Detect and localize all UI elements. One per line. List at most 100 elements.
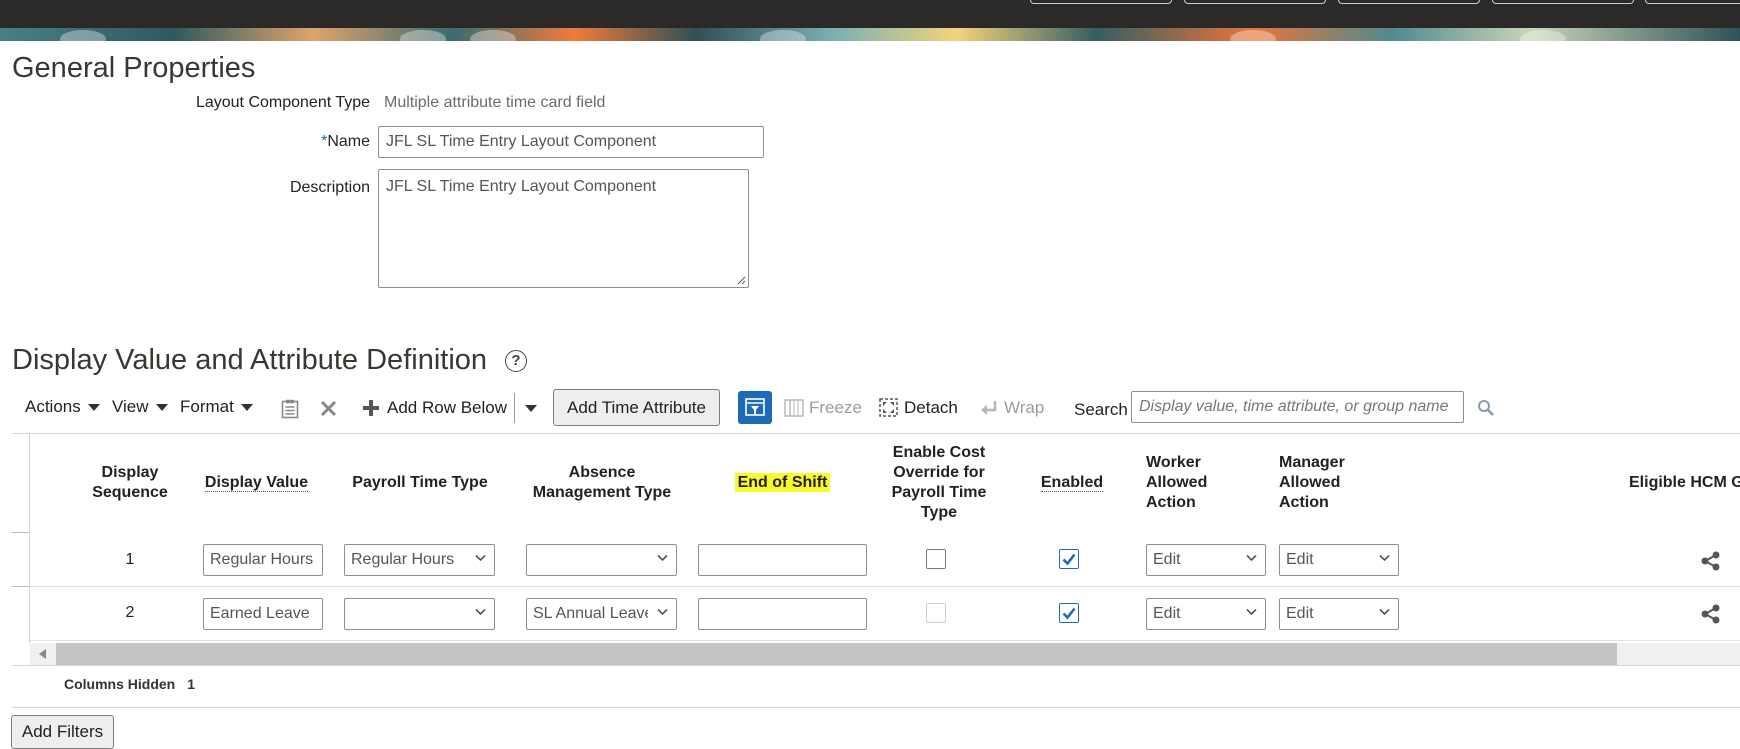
resize-grip-icon[interactable] (736, 275, 746, 285)
column-header-display-value-label: Display Value (204, 474, 309, 492)
chevron-down-icon (1379, 608, 1390, 616)
payroll-time-type-select[interactable]: Regular Hours (344, 544, 495, 576)
absence-management-type-select[interactable]: SL Annual Leave (526, 598, 677, 630)
column-header-payroll-time-type[interactable]: Payroll Time Type (340, 473, 500, 493)
chevron-down-icon (475, 608, 486, 616)
caret-down-icon (155, 404, 168, 412)
chevron-down-icon (657, 554, 668, 562)
horizontal-scrollbar[interactable] (30, 643, 1740, 665)
decorative-banner (0, 28, 1740, 41)
columns-hidden-count: 1 (187, 676, 196, 692)
share-icon[interactable] (1700, 604, 1721, 624)
format-menu[interactable]: Format (180, 397, 253, 417)
absence-management-type-value: SL Annual Leave (533, 605, 648, 622)
wrap-icon (981, 401, 997, 415)
search-label: Search (1074, 400, 1128, 419)
top-bar-button[interactable] (1492, 0, 1634, 4)
scrollbar-thumb[interactable] (56, 643, 1617, 665)
add-row-menu-caret-icon[interactable] (525, 405, 537, 412)
wrap-button: Wrap (1004, 398, 1045, 417)
search-icon[interactable] (1477, 399, 1495, 417)
display-value-input[interactable]: Regular Hours (203, 544, 323, 576)
manager-allowed-action-value: Edit (1286, 605, 1314, 622)
manager-allowed-action-select[interactable]: Edit (1279, 598, 1399, 630)
column-header-end-of-shift[interactable]: End of Shift (700, 473, 865, 493)
row-separator (30, 586, 1740, 587)
top-bar-button[interactable] (1338, 0, 1480, 4)
absence-management-type-select[interactable] (526, 544, 677, 576)
detach-button[interactable]: Detach (904, 398, 958, 418)
clipboard-icon[interactable] (281, 399, 299, 419)
worker-allowed-action-value: Edit (1153, 605, 1181, 622)
component-type-label: Layout Component Type (195, 94, 370, 111)
add-filters-button[interactable]: Add Filters (11, 715, 114, 749)
name-label-text: Name (327, 133, 370, 150)
enable-cost-override-checkbox (926, 603, 946, 623)
search-input[interactable]: Display value, time attribute, or group … (1131, 391, 1464, 423)
enable-cost-override-checkbox[interactable] (926, 549, 946, 569)
freeze-icon (784, 399, 804, 417)
description-field[interactable]: JFL SL Time Entry Layout Component (378, 169, 749, 288)
worker-allowed-action-select[interactable]: Edit (1146, 598, 1266, 630)
top-bar-button[interactable] (1030, 0, 1172, 4)
table-bottom-border (12, 665, 1740, 666)
name-label: *Name (321, 133, 370, 151)
view-menu[interactable]: View (112, 397, 168, 417)
column-header-enabled[interactable]: Enabled (1025, 473, 1119, 493)
detach-icon (879, 398, 898, 417)
table-top-border (12, 433, 1740, 434)
columns-hidden-label: Columns Hidden (64, 676, 176, 692)
manager-allowed-action-value: Edit (1286, 551, 1314, 568)
row-sequence: 2 (125, 604, 135, 621)
chevron-down-icon (475, 554, 486, 562)
toolbar-divider (514, 393, 515, 423)
share-icon[interactable] (1700, 551, 1721, 571)
column-header-display-sequence[interactable]: Display Sequence (80, 463, 180, 503)
add-time-attribute-button[interactable]: Add Time Attribute (553, 389, 720, 426)
row-sequence: 1 (125, 551, 135, 568)
help-icon[interactable]: ? (505, 350, 527, 372)
enabled-checkbox[interactable] (1059, 603, 1079, 623)
column-header-manager-allowed-action[interactable]: Manager Allowed Action (1279, 453, 1389, 513)
payroll-time-type-value: Regular Hours (351, 551, 455, 568)
name-field[interactable]: JFL SL Time Entry Layout Component (378, 126, 764, 158)
query-by-example-button[interactable] (738, 391, 772, 424)
column-header-worker-allowed-action[interactable]: Worker Allowed Action (1146, 453, 1256, 513)
actions-menu[interactable]: Actions (25, 397, 100, 417)
format-menu-label: Format (180, 397, 234, 416)
chevron-down-icon (1246, 608, 1257, 616)
manager-allowed-action-select[interactable]: Edit (1279, 544, 1399, 576)
top-bar-button[interactable] (1184, 0, 1326, 4)
section-heading: Display Value and Attribute Definition (12, 344, 488, 376)
plus-icon (363, 400, 379, 416)
display-value-input[interactable]: Earned Leave (203, 598, 323, 630)
checkmark-icon (1062, 607, 1076, 620)
delete-icon[interactable] (320, 400, 337, 417)
row-separator (30, 640, 1740, 641)
add-row-below-button[interactable]: Add Row Below (387, 398, 507, 418)
chevron-down-icon (1246, 554, 1257, 562)
top-bar (0, 0, 1740, 28)
actions-menu-label: Actions (25, 397, 81, 416)
component-type-value: Multiple attribute time card field (384, 94, 606, 111)
column-header-absence-management-type[interactable]: Absence Management Type (522, 463, 682, 503)
chevron-down-icon (657, 608, 668, 616)
checkmark-icon (1062, 553, 1076, 566)
end-of-shift-highlight: End of Shift (734, 473, 831, 492)
columns-hidden-status: Columns Hidden 1 (64, 676, 195, 692)
payroll-time-type-select[interactable] (344, 598, 495, 630)
column-header-eligible-hcm[interactable]: Eligible HCM G (1629, 473, 1740, 493)
enabled-checkbox[interactable] (1059, 549, 1079, 569)
top-bar-button[interactable] (1645, 0, 1740, 4)
column-header-display-value[interactable]: Display Value (195, 473, 318, 493)
caret-down-icon (240, 404, 253, 412)
end-of-shift-input[interactable] (698, 598, 867, 630)
description-label: Description (289, 179, 370, 196)
row-header-tick (12, 532, 29, 533)
column-header-enable-cost-override[interactable]: Enable Cost Override for Payroll Time Ty… (878, 443, 1000, 523)
end-of-shift-input[interactable] (698, 544, 867, 576)
freeze-button: Freeze (809, 398, 862, 417)
general-properties-heading: General Properties (12, 52, 256, 84)
scroll-left-arrow-icon[interactable] (39, 649, 46, 659)
worker-allowed-action-select[interactable]: Edit (1146, 544, 1266, 576)
